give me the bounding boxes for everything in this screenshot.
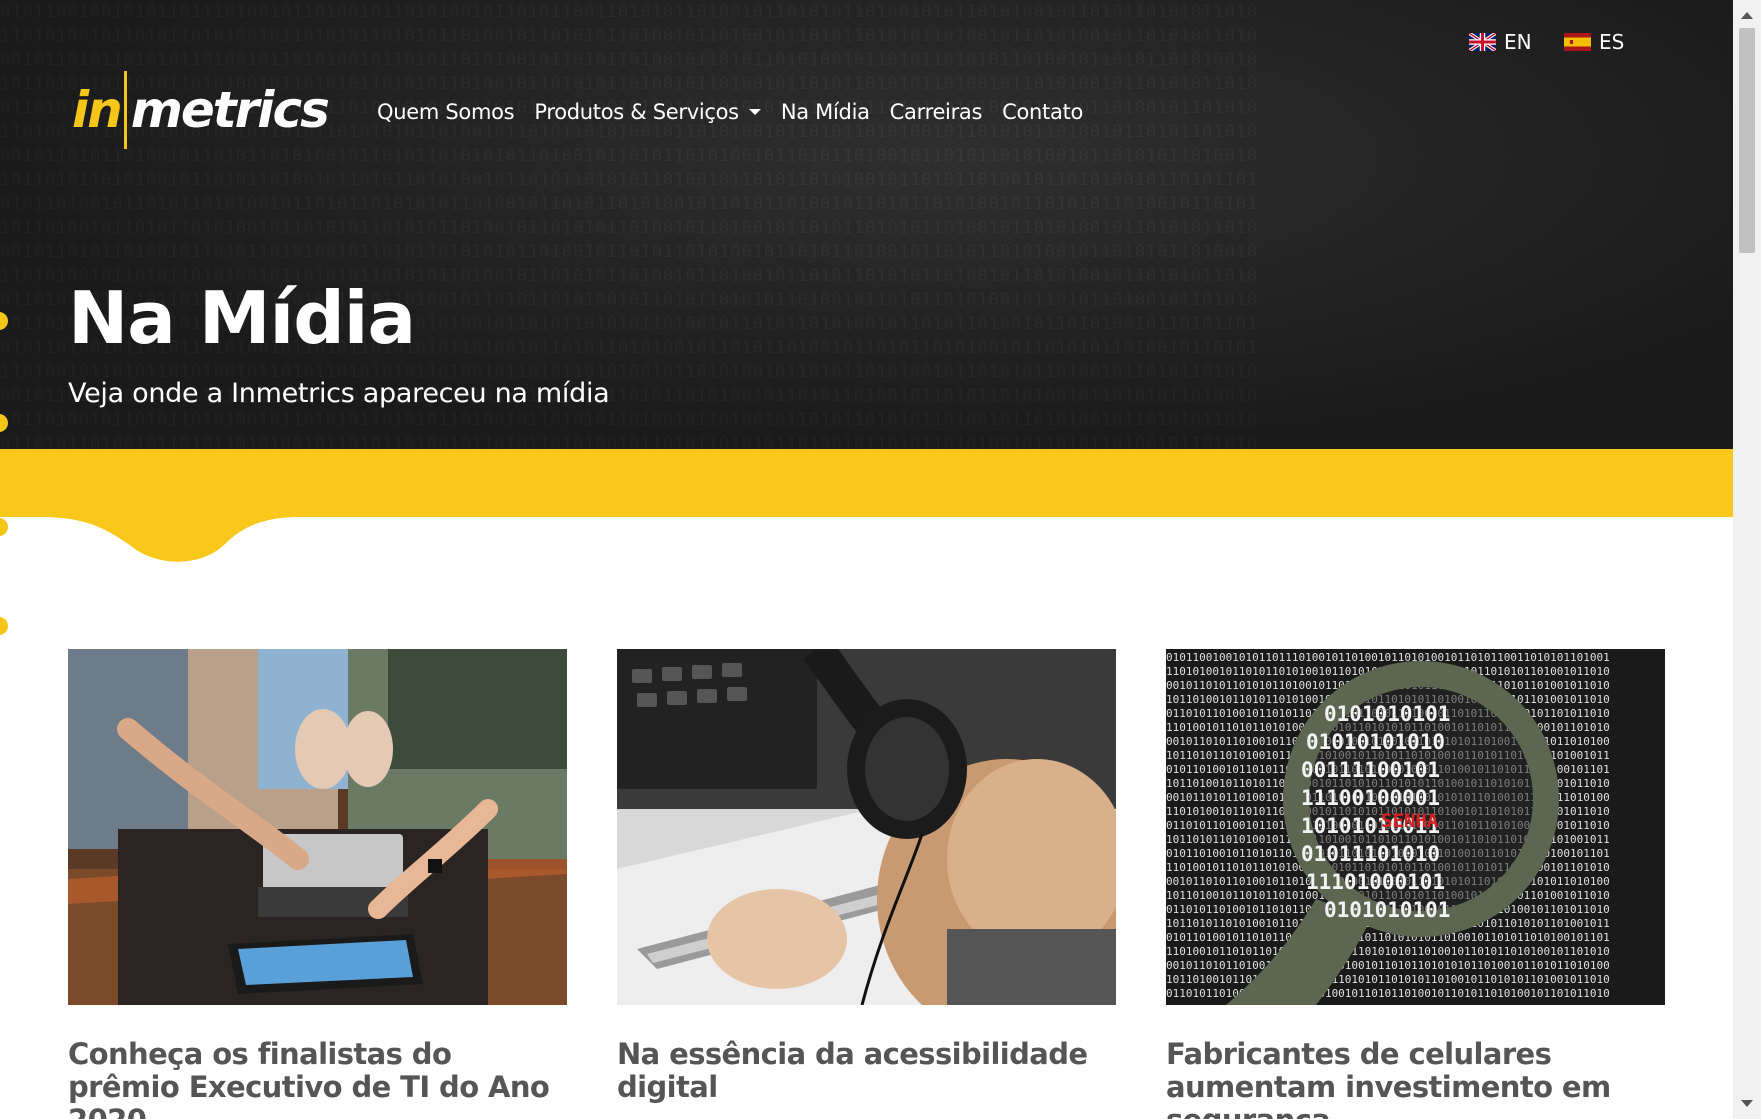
svg-text:001011010110100101101011010100: 0010110101101001011010110101001011010110…	[1166, 959, 1610, 972]
spain-flag-icon	[1564, 33, 1591, 51]
language-es-link[interactable]: ES	[1564, 30, 1624, 54]
svg-text:01011101010: 01011101010	[1301, 842, 1440, 866]
scroll-thumb[interactable]	[1739, 28, 1755, 253]
logo-in-text: in	[72, 81, 123, 139]
language-en-label: EN	[1504, 30, 1532, 54]
card-image-link[interactable]: 0101100100101011011101001011010010110101…	[1166, 649, 1665, 1005]
logo-divider	[123, 71, 127, 149]
scroll-up-icon[interactable]	[1741, 12, 1753, 19]
inmetrics-logo[interactable]: in metrics	[72, 70, 330, 150]
media-card: Conheça os finalistas do prêmio Executiv…	[68, 649, 567, 1119]
svg-text:010110010010101101110100101101: 0101100100101011011101001011010010110101…	[1166, 651, 1610, 664]
card-image-link[interactable]	[68, 649, 567, 1005]
svg-text:01010101010: 01010101010	[1306, 730, 1445, 754]
chevron-down-icon	[748, 109, 761, 115]
svg-text:11101000101: 11101000101	[1306, 870, 1445, 894]
logo-metrics-text: metrics	[130, 81, 330, 139]
nav-item-produtos-servicos[interactable]: Produtos & Serviços	[534, 100, 761, 124]
card-title-link[interactable]: Conheça os finalistas do prêmio Executiv…	[68, 1038, 567, 1119]
svg-text:110100101101011010100101101011: 1101001011010110101001011010110101010110…	[1166, 945, 1610, 958]
hero-banner: 0101100100101011011101001011010010110101…	[0, 0, 1733, 450]
media-card: Na essência da acessibilidade digital	[617, 649, 1116, 1104]
uk-flag-icon	[1469, 33, 1496, 51]
svg-text:0101010101: 0101010101	[1324, 898, 1450, 922]
yellow-wave-band	[0, 449, 1733, 562]
svg-text:101101001011010110101001011010: 1011010010110101101010010110101011010101…	[1166, 973, 1610, 986]
vertical-scrollbar[interactable]	[1733, 0, 1761, 1119]
language-es-label: ES	[1599, 30, 1625, 54]
main-nav: Quem Somos Produtos & Serviços Na Mídia …	[377, 100, 1103, 124]
headphones-braille-photo	[617, 649, 1116, 1005]
side-decoration-dot	[0, 617, 8, 635]
scroll-down-icon[interactable]	[1741, 1100, 1753, 1107]
page-title: Na Mídia	[68, 276, 416, 360]
nav-item-carreiras[interactable]: Carreiras	[890, 100, 983, 124]
svg-text:11100100001: 11100100001	[1301, 786, 1440, 810]
svg-text:00111100101: 00111100101	[1301, 758, 1440, 782]
language-en-link[interactable]: EN	[1469, 30, 1532, 54]
nav-item-contato[interactable]: Contato	[1002, 100, 1083, 124]
svg-text:0101010101: 0101010101	[1324, 702, 1450, 726]
card-image-link[interactable]	[617, 649, 1116, 1005]
senha-text: SENHA	[1381, 810, 1439, 832]
nav-item-produtos-label: Produtos & Serviços	[534, 100, 739, 124]
media-card: 0101100100101011011101001011010010110101…	[1166, 649, 1665, 1119]
nav-item-na-midia[interactable]: Na Mídia	[781, 100, 870, 124]
page-subtitle: Veja onde a Inmetrics apareceu na mídia	[68, 378, 610, 409]
card-title-link[interactable]: Na essência da acessibilidade digital	[617, 1038, 1116, 1104]
people-laptop-photo	[68, 649, 567, 1005]
card-title-link[interactable]: Fabricantes de celulares aumentam invest…	[1166, 1038, 1665, 1119]
nav-item-quem-somos[interactable]: Quem Somos	[377, 100, 515, 124]
svg-text:011010110100101101011010100101: 0110101101001011010110101001011010110100…	[1166, 987, 1610, 1000]
magnifier-binary-photo: 0101100100101011011101001011010010110101…	[1166, 649, 1665, 1005]
